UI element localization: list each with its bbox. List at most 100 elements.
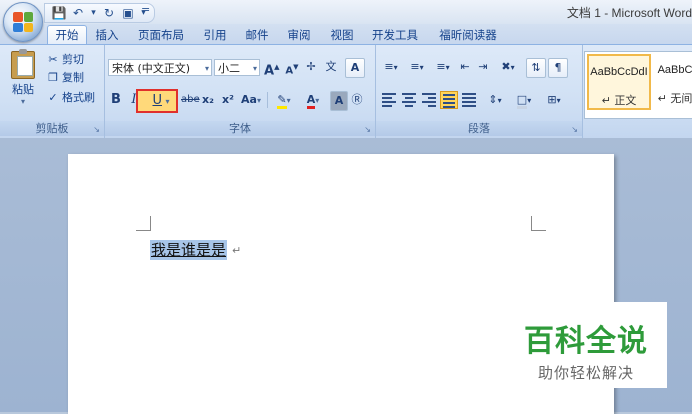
- align-center-button[interactable]: [400, 91, 418, 109]
- increase-indent-button[interactable]: ⇥: [476, 58, 490, 76]
- justify-button[interactable]: [440, 91, 458, 109]
- enclose-char-button[interactable]: Ⓡ: [350, 91, 364, 109]
- pilcrow-icon: ¶: [554, 61, 562, 74]
- tab-review[interactable]: 审阅: [282, 26, 316, 44]
- font-size-dropdown-icon[interactable]: ▾: [253, 60, 257, 77]
- font-name-dropdown-icon[interactable]: ▾: [205, 60, 209, 77]
- font-name-box[interactable]: 宋体 (中文正文) ▾: [108, 59, 212, 76]
- paint-bucket-icon: □: [516, 93, 528, 109]
- watermark-subtitle: 助你轻松解决: [537, 364, 634, 382]
- brush-icon: ✓: [48, 91, 58, 104]
- underline-icon: U: [152, 93, 162, 108]
- shrink-font-button[interactable]: A▼: [285, 58, 299, 76]
- format-painter-label: 格式刷: [62, 91, 95, 104]
- paste-button[interactable]: 粘贴 ▾: [6, 49, 40, 107]
- clear-format-button[interactable]: ✢: [304, 58, 318, 76]
- margin-corner-top-left: [136, 216, 151, 231]
- distributed-button[interactable]: [460, 91, 478, 109]
- superscript-button[interactable]: x²: [221, 91, 235, 109]
- paste-dropdown-icon[interactable]: ▾: [6, 97, 40, 106]
- multilevel-list-button[interactable]: ≡▾: [431, 58, 455, 76]
- decrease-indent-icon: ⇤: [460, 60, 470, 73]
- paragraph-group-label: 段落: [376, 121, 582, 136]
- chinese-layout-icon: ✖: [501, 60, 511, 73]
- char-shading-button[interactable]: A: [330, 91, 348, 111]
- line-spacing-icon: ⇕: [488, 93, 498, 106]
- font-size-value: 小二: [218, 62, 240, 75]
- font-group-label: 字体: [105, 121, 375, 136]
- numbering-button[interactable]: ≡▾: [405, 58, 429, 76]
- font-name-value: 宋体 (中文正文): [112, 62, 191, 75]
- quick-access-toolbar: 💾 ↶ ▾ ↻ ▣ ▾: [44, 3, 155, 23]
- strikethrough-button[interactable]: abe: [181, 91, 200, 109]
- selected-text[interactable]: 我是谁是是: [150, 240, 228, 260]
- borders-button[interactable]: ⊞▾: [540, 91, 568, 109]
- cut-button[interactable]: ✂ 剪切: [46, 51, 84, 68]
- highlight-color-button[interactable]: ✎▾: [271, 91, 297, 109]
- grow-font-icon: A: [264, 63, 275, 79]
- shading-button[interactable]: □▾: [510, 91, 538, 109]
- enclose-char-icon: Ⓡ: [351, 93, 363, 106]
- sort-icon: ⇅: [531, 61, 541, 74]
- grow-font-button[interactable]: A▲: [264, 58, 279, 79]
- multilevel-list-icon: ≡: [436, 60, 446, 73]
- show-marks-button[interactable]: ¶: [548, 58, 568, 78]
- sort-button[interactable]: ⇅: [526, 58, 546, 78]
- title-bar: 💾 ↶ ▾ ↻ ▣ ▾ = 文档 1 - Microsoft Word: [0, 0, 692, 24]
- tab-view[interactable]: 视图: [325, 26, 359, 44]
- style-no-spacing-name: ↵ 无间: [657, 92, 692, 105]
- numbering-icon: ≡: [410, 60, 420, 73]
- line-spacing-button[interactable]: ⇕▾: [482, 91, 508, 109]
- tab-foxit-reader[interactable]: 福昕阅读器: [432, 26, 504, 44]
- tab-references[interactable]: 引用: [198, 26, 232, 44]
- paragraph-group: ≡▾ ≡▾ ≡▾ ⇤ ⇥ ✖▾ ⇅ ¶ ⇕▾ □▾ ⊞▾ 段落 ↘: [376, 45, 583, 138]
- font-group: 宋体 (中文正文) ▾ 小二 ▾ A▲ A▼ ✢ 文 A B I U ▾ abe…: [105, 45, 376, 138]
- align-left-button[interactable]: [380, 91, 398, 109]
- style-normal[interactable]: AaBbCcDdI ↵ 正文: [587, 54, 651, 110]
- clipboard-launcher-icon[interactable]: ↘: [93, 125, 100, 134]
- redo-icon[interactable]: ↻: [101, 5, 117, 21]
- char-border-button[interactable]: A: [345, 58, 365, 78]
- style-no-spacing[interactable]: AaBbC ↵ 无间: [655, 54, 692, 110]
- undo-dropdown-icon[interactable]: ▾: [89, 5, 98, 21]
- change-case-button[interactable]: Aa▾: [241, 91, 261, 109]
- char-border-icon: A: [350, 61, 360, 74]
- print-preview-icon[interactable]: ▣: [120, 5, 136, 21]
- tab-developer[interactable]: 开发工具: [367, 26, 423, 44]
- tab-mailings[interactable]: 邮件: [240, 26, 274, 44]
- tab-home[interactable]: 开始: [47, 25, 87, 45]
- subscript-button[interactable]: x₂: [201, 91, 215, 109]
- save-icon[interactable]: 💾: [51, 5, 67, 21]
- format-painter-button[interactable]: ✓ 格式刷: [46, 89, 95, 106]
- shrink-font-icon: A: [285, 65, 294, 77]
- font-color-button[interactable]: A▾: [299, 91, 327, 109]
- decrease-indent-button[interactable]: ⇤: [458, 58, 472, 76]
- undo-icon[interactable]: ↶: [70, 5, 86, 21]
- phonetic-guide-button[interactable]: 文: [324, 58, 338, 76]
- underline-button[interactable]: U ▾: [136, 89, 178, 113]
- clipboard-group: 粘贴 ▾ ✂ 剪切 ❐ 复制 ✓ 格式刷 剪贴板 ↘: [0, 45, 105, 138]
- cut-label: 剪切: [62, 53, 84, 66]
- copy-label: 复制: [62, 71, 84, 84]
- paste-label: 粘贴: [12, 83, 34, 96]
- highlighter-icon: ✎: [277, 93, 287, 109]
- font-launcher-icon[interactable]: ↘: [364, 125, 371, 134]
- paragraph-mark: ↵: [232, 244, 242, 257]
- underline-dropdown-icon[interactable]: ▾: [166, 97, 170, 106]
- window-title: 文档 1 - Microsoft Word: [566, 6, 692, 20]
- tab-page-layout[interactable]: 页面布局: [131, 26, 191, 44]
- chinese-layout-button[interactable]: ✖▾: [496, 58, 520, 76]
- tab-insert[interactable]: 插入: [90, 26, 124, 44]
- align-right-button[interactable]: [420, 91, 438, 109]
- font-size-box[interactable]: 小二 ▾: [214, 59, 260, 76]
- style-normal-name: ↵ 正文: [601, 94, 637, 107]
- bullets-button[interactable]: ≡▾: [379, 58, 403, 76]
- office-button[interactable]: [3, 2, 43, 42]
- paste-icon: [11, 49, 35, 79]
- customize-qat-button[interactable]: =: [141, 3, 150, 16]
- copy-button[interactable]: ❐ 复制: [46, 69, 84, 86]
- font-color-icon: A: [306, 93, 316, 109]
- bold-button[interactable]: B: [108, 91, 124, 109]
- scissors-icon: ✂: [48, 53, 58, 66]
- paragraph-launcher-icon[interactable]: ↘: [571, 125, 578, 134]
